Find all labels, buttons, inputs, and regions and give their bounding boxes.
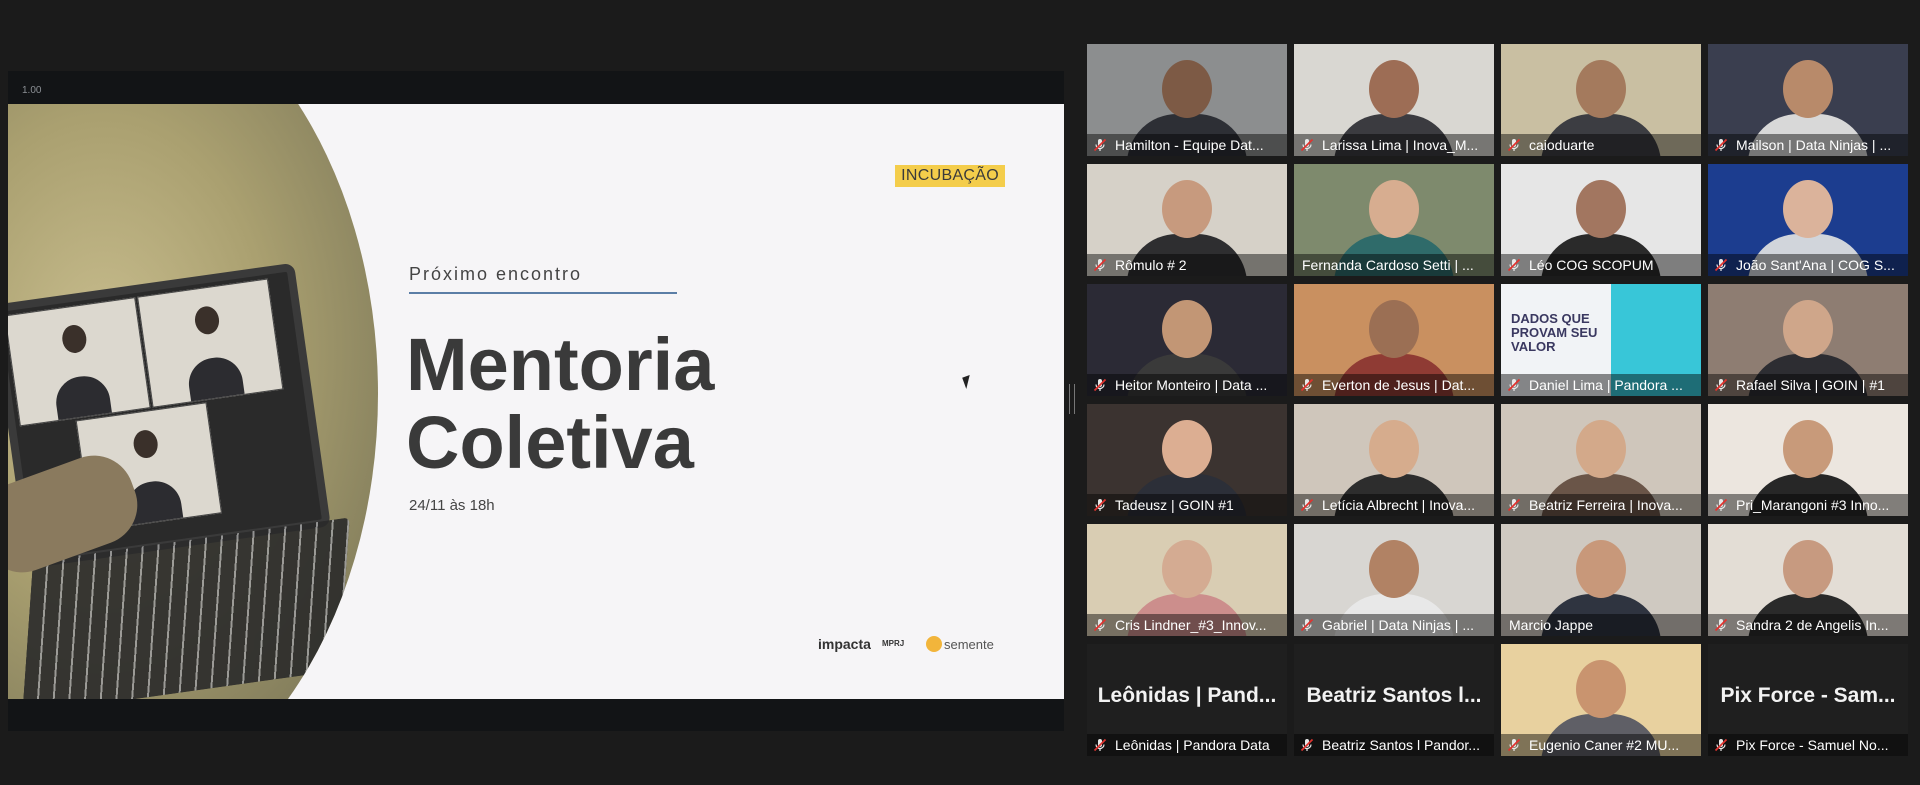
participant-name: caioduarte bbox=[1529, 137, 1595, 153]
participant-tile[interactable]: Pix Force - Sam... Pix Force - Samuel No.… bbox=[1708, 644, 1908, 756]
mic-muted-icon bbox=[1093, 378, 1107, 392]
participant-tile[interactable]: Everton de Jesus | Dat... bbox=[1294, 284, 1494, 396]
mic-muted-icon bbox=[1714, 138, 1728, 152]
participant-tile[interactable]: Leônidas | Pand... Leônidas | Pandora Dat… bbox=[1087, 644, 1287, 756]
mic-muted-icon bbox=[1093, 498, 1107, 512]
partner-logos: impacta MPRJ semente bbox=[818, 634, 1008, 656]
participant-name: Heitor Monteiro | Data ... bbox=[1115, 377, 1268, 393]
participant-display-name: Beatriz Santos l... bbox=[1306, 684, 1482, 707]
mic-muted-icon bbox=[1093, 138, 1107, 152]
participant-name: Letícia Albrecht | Inova... bbox=[1322, 497, 1476, 513]
mic-muted-icon bbox=[1507, 258, 1521, 272]
participant-tile[interactable]: Fernanda Cardoso Setti | ... bbox=[1294, 164, 1494, 276]
participant-tile[interactable]: Heitor Monteiro | Data ... bbox=[1087, 284, 1287, 396]
participant-name: Beatriz Ferreira | Inova... bbox=[1529, 497, 1683, 513]
participant-tile[interactable]: Beatriz Ferreira | Inova... bbox=[1501, 404, 1701, 516]
participant-tile[interactable]: Hamilton - Equipe Dat... bbox=[1087, 44, 1287, 156]
mic-muted-icon bbox=[1300, 738, 1314, 752]
participant-tile[interactable]: Mailson | Data Ninjas | ... bbox=[1708, 44, 1908, 156]
participant-name: João Sant'Ana | COG S... bbox=[1736, 257, 1895, 273]
participant-name: Everton de Jesus | Dat... bbox=[1322, 377, 1476, 393]
mic-muted-icon bbox=[1093, 618, 1107, 632]
slide-kicker: Próximo encontro bbox=[409, 264, 583, 284]
participant-tile[interactable]: Léo COG SCOPUM bbox=[1501, 164, 1701, 276]
mic-muted-icon bbox=[1714, 498, 1728, 512]
participant-name: Sandra 2 de Angelis In... bbox=[1736, 617, 1889, 633]
participant-tile[interactable]: Pri_Marangoni #3 Inno... bbox=[1708, 404, 1908, 516]
mic-muted-icon bbox=[1714, 378, 1728, 392]
participant-name: Marcio Jappe bbox=[1509, 617, 1594, 633]
mic-muted-icon bbox=[1300, 378, 1314, 392]
participant-tile[interactable]: Cris Lindner_#3_Innov... bbox=[1087, 524, 1287, 636]
participant-name: Pri_Marangoni #3 Inno... bbox=[1736, 497, 1890, 513]
mic-muted-icon bbox=[1507, 498, 1521, 512]
participant-display-name: Pix Force - Sam... bbox=[1720, 684, 1896, 707]
participant-name: Rafael Silva | GOIN | #1 bbox=[1736, 377, 1885, 393]
participant-name: Gabriel | Data Ninjas | ... bbox=[1322, 617, 1474, 633]
mic-muted-icon bbox=[1093, 258, 1107, 272]
mic-muted-icon bbox=[1300, 498, 1314, 512]
participant-name: Daniel Lima | Pandora ... bbox=[1529, 377, 1683, 393]
participant-tile[interactable]: Tadeusz | GOIN #1 bbox=[1087, 404, 1287, 516]
participant-name: Beatriz Santos l Pandor... bbox=[1322, 737, 1480, 753]
mic-muted-icon bbox=[1714, 258, 1728, 272]
mic-muted-icon bbox=[1714, 738, 1728, 752]
semente-logo-icon bbox=[926, 636, 942, 652]
mic-muted-icon bbox=[1714, 618, 1728, 632]
participant-name: Mailson | Data Ninjas | ... bbox=[1736, 137, 1892, 153]
participant-tile[interactable]: Sandra 2 de Angelis In... bbox=[1708, 524, 1908, 636]
mprj-logo: MPRJ bbox=[882, 639, 905, 648]
presentation-slide: INCUBAÇÃO Próximo encontro Mentoria Cole… bbox=[8, 104, 1064, 699]
mic-muted-icon bbox=[1507, 138, 1521, 152]
zoom-level-label: 1.00 bbox=[22, 85, 42, 96]
participant-name: Pix Force - Samuel No... bbox=[1736, 737, 1889, 753]
virtual-background-poster: DADOS QUE PROVAM SEU VALOR bbox=[1511, 311, 1598, 354]
incubation-badge: INCUBAÇÃO bbox=[895, 165, 1005, 187]
participant-tile[interactable]: DADOS QUE PROVAM SEU VALOR Daniel Lima | Pa… bbox=[1501, 284, 1701, 396]
slide-photo bbox=[8, 104, 378, 699]
participant-tile[interactable]: Beatriz Santos l... Beatriz Santos l Pand… bbox=[1294, 644, 1494, 756]
participant-tile[interactable]: Larissa Lima | Inova_M... bbox=[1294, 44, 1494, 156]
participant-name: Larissa Lima | Inova_M... bbox=[1322, 137, 1479, 153]
participant-tile[interactable]: Marcio Jappe bbox=[1501, 524, 1701, 636]
participant-tile[interactable]: Rômulo # 2 bbox=[1087, 164, 1287, 276]
participant-name: Léo COG SCOPUM bbox=[1529, 257, 1654, 273]
participant-tile[interactable]: Gabriel | Data Ninjas | ... bbox=[1294, 524, 1494, 636]
participant-name: Tadeusz | GOIN #1 bbox=[1115, 497, 1234, 513]
participant-tile[interactable]: João Sant'Ana | COG S... bbox=[1708, 164, 1908, 276]
participant-name: Eugenio Caner #2 MU... bbox=[1529, 737, 1680, 753]
semente-logo: semente bbox=[944, 637, 994, 652]
impacta-logo: impacta bbox=[818, 636, 871, 652]
mic-muted-icon bbox=[1300, 618, 1314, 632]
slide-date: 24/11 às 18h bbox=[409, 497, 495, 514]
participant-name: Hamilton - Equipe Dat... bbox=[1115, 137, 1264, 153]
panel-resize-handle[interactable] bbox=[1069, 384, 1075, 414]
participant-gallery: Hamilton - Equipe Dat... Larissa Lima | I… bbox=[1087, 44, 1912, 758]
slide-title: Mentoria Coletiva bbox=[406, 326, 714, 482]
kicker-underline bbox=[409, 292, 677, 294]
participant-tile[interactable]: Rafael Silva | GOIN | #1 bbox=[1708, 284, 1908, 396]
shared-screen: 1.00 INCUBAÇÃO Próximo encontro Mentoria… bbox=[8, 71, 1064, 731]
participant-name: Leônidas | Pandora Data bbox=[1115, 737, 1270, 753]
participant-display-name: Leônidas | Pand... bbox=[1097, 684, 1277, 707]
mic-muted-icon bbox=[1093, 738, 1107, 752]
slide-title-line1: Mentoria bbox=[406, 323, 715, 406]
participant-name: Rômulo # 2 bbox=[1115, 257, 1187, 273]
mic-muted-icon bbox=[1507, 738, 1521, 752]
participant-tile[interactable]: Letícia Albrecht | Inova... bbox=[1294, 404, 1494, 516]
mic-muted-icon bbox=[1300, 138, 1314, 152]
participant-name: Fernanda Cardoso Setti | ... bbox=[1302, 257, 1474, 273]
slide-title-line2: Coletiva bbox=[406, 401, 694, 484]
participant-tile[interactable]: caioduarte bbox=[1501, 44, 1701, 156]
participant-name: Cris Lindner_#3_Innov... bbox=[1115, 617, 1267, 633]
mic-muted-icon bbox=[1507, 378, 1521, 392]
participant-tile[interactable]: Eugenio Caner #2 MU... bbox=[1501, 644, 1701, 756]
